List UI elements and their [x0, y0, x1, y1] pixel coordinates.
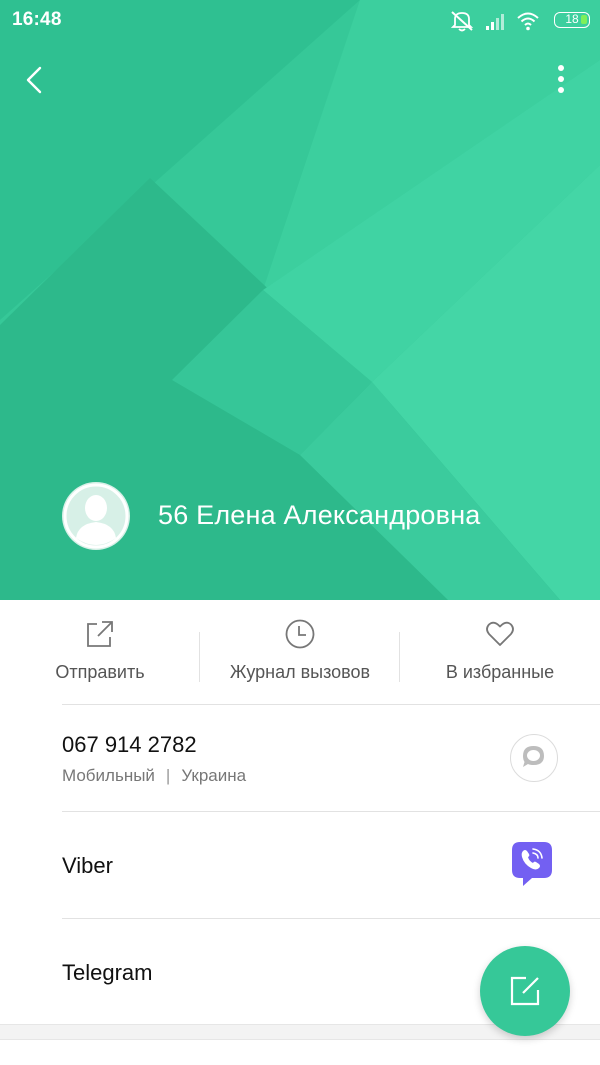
message-icon [523, 746, 544, 767]
contact-avatar [62, 482, 130, 550]
signal-icon [486, 14, 504, 30]
contact-header: 16:48 18 56 Елена Александровна [0, 0, 600, 600]
call-log-action-button[interactable]: Журнал вызовов [200, 600, 400, 704]
chevron-left-icon [26, 66, 42, 94]
phone-number: 067 914 2782 [62, 732, 197, 757]
contact-actions: Отправить Журнал вызовов В избранные [0, 600, 600, 704]
action-divider [199, 632, 200, 682]
phone-type: Мобильный [62, 766, 155, 785]
send-message-button[interactable] [510, 734, 558, 782]
person-avatar-icon [63, 483, 129, 549]
more-vertical-icon [558, 65, 564, 93]
heart-icon [486, 621, 514, 646]
phone-region: Украина [181, 766, 247, 785]
edit-icon [510, 976, 540, 1006]
battery-level: 18 [565, 12, 579, 26]
back-button[interactable] [18, 58, 54, 102]
status-icons: 18 [450, 8, 590, 34]
edit-contact-button[interactable] [480, 946, 570, 1036]
favorite-action-label: В избранные [445, 662, 555, 682]
status-bar: 16:48 18 [0, 0, 600, 44]
battery-icon: 18 [554, 12, 590, 28]
share-icon [87, 621, 113, 647]
clock-icon [285, 619, 315, 649]
viber-label: Viber [62, 853, 113, 878]
status-time: 16:48 [12, 9, 62, 30]
action-divider [399, 632, 400, 682]
phone-separator: | [165, 766, 171, 785]
phone-details: Мобильный | Украина [62, 766, 246, 786]
telegram-label: Telegram [62, 960, 153, 985]
wifi-icon [517, 12, 539, 31]
more-options-button[interactable] [546, 58, 576, 102]
call-log-action-label: Журнал вызовов [229, 662, 371, 682]
silent-icon [450, 11, 474, 32]
contact-name: 56 Елена Александровна [158, 500, 481, 530]
send-action-label: Отправить [55, 662, 145, 682]
send-action-button[interactable]: Отправить [0, 600, 200, 704]
favorite-action-button[interactable]: В избранные [400, 600, 600, 704]
viber-icon[interactable] [508, 838, 556, 890]
